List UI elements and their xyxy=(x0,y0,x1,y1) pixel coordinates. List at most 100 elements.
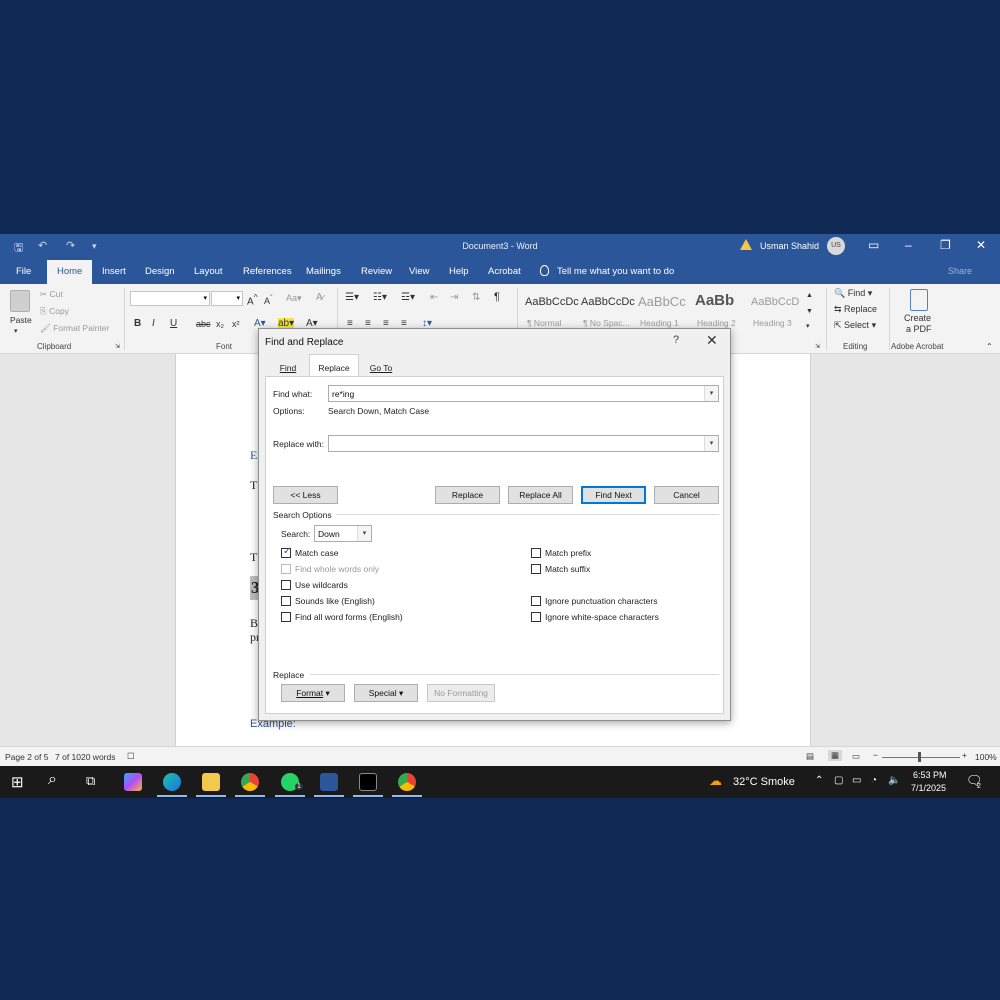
tab-layout[interactable]: Layout xyxy=(194,266,223,277)
decrease-indent-icon[interactable]: ⇤ xyxy=(430,292,438,303)
tab-help[interactable]: Help xyxy=(449,266,469,277)
chevron-down-icon[interactable]: ▾ xyxy=(704,386,718,401)
volume-icon[interactable]: 🔈 xyxy=(888,775,900,786)
warning-icon[interactable] xyxy=(740,239,752,250)
help-button[interactable]: ? xyxy=(673,334,679,346)
format-painter-button[interactable]: 🖌 Format Painter xyxy=(40,323,109,334)
numbering-icon[interactable]: ☷▾ xyxy=(373,292,387,303)
meet-icon[interactable]: ▢ xyxy=(834,775,843,786)
copy-button[interactable]: ⎘ Copy xyxy=(40,306,69,317)
styles-launcher-icon[interactable]: ⇲ xyxy=(815,343,820,350)
chevron-down-icon[interactable]: ▾ xyxy=(704,436,718,451)
tab-go-to[interactable]: Go To xyxy=(363,357,399,377)
replace-button[interactable]: Replace xyxy=(435,486,500,504)
replace-button[interactable]: ⇆ Replace xyxy=(834,304,877,315)
match-case-label[interactable]: Match case xyxy=(295,548,338,558)
select-button[interactable]: ⇱ Select ▾ xyxy=(834,320,876,331)
avatar[interactable]: US xyxy=(827,237,845,255)
replace-all-button[interactable]: Replace All xyxy=(508,486,573,504)
style-heading-3[interactable]: AaBbCcD Heading 3 xyxy=(749,290,805,332)
search-icon[interactable]: ⌕ xyxy=(48,771,57,789)
whole-words-checkbox[interactable] xyxy=(281,564,291,574)
italic-button[interactable]: I xyxy=(152,318,155,329)
show-hidden-icons-icon[interactable]: ⌃ xyxy=(815,775,823,786)
proofing-icon[interactable]: ☐ xyxy=(127,751,135,762)
tab-review[interactable]: Review xyxy=(361,266,392,277)
find-what-input[interactable]: re*ing ▾ xyxy=(328,385,719,402)
terminal-icon[interactable] xyxy=(359,773,377,791)
tab-insert[interactable]: Insert xyxy=(102,266,126,277)
match-prefix-label[interactable]: Match prefix xyxy=(545,548,591,558)
clear-formatting-icon[interactable]: A̷ xyxy=(316,292,323,303)
create-pdf-button[interactable]: Create xyxy=(904,313,931,323)
zoom-in-icon[interactable]: + xyxy=(962,750,967,760)
tab-design[interactable]: Design xyxy=(145,266,175,277)
collapse-ribbon-icon[interactable]: ⌃ xyxy=(986,342,993,351)
show-marks-icon[interactable]: ¶ xyxy=(494,291,500,303)
wildcards-label[interactable]: Use wildcards xyxy=(295,580,348,590)
change-case-icon[interactable]: Aa▾ xyxy=(286,293,302,304)
clipboard-launcher-icon[interactable]: ⇲ xyxy=(115,343,120,350)
paste-dropdown-icon[interactable]: ▾ xyxy=(14,327,18,335)
restore-icon[interactable]: ❐ xyxy=(940,238,951,252)
tab-mailings[interactable]: Mailings xyxy=(306,266,341,277)
styles-scroll-up-icon[interactable]: ▲ xyxy=(806,292,813,299)
multilevel-list-icon[interactable]: ☲▾ xyxy=(401,292,415,303)
copilot-icon[interactable] xyxy=(124,773,142,791)
whole-words-label[interactable]: Find whole words only xyxy=(295,564,379,574)
file-explorer-icon[interactable] xyxy=(202,773,220,791)
zoom-out-icon[interactable]: − xyxy=(873,750,878,760)
weather-icon[interactable]: ☁ xyxy=(709,773,722,789)
increase-indent-icon[interactable]: ⇥ xyxy=(450,292,458,303)
match-suffix-label[interactable]: Match suffix xyxy=(545,564,590,574)
chevron-down-icon[interactable]: ▾ xyxy=(357,526,371,541)
word-icon[interactable] xyxy=(320,773,338,791)
windows-start-icon[interactable]: ⊞ xyxy=(11,773,24,791)
paste-button[interactable]: Paste xyxy=(10,315,32,325)
ignore-whitespace-label[interactable]: Ignore white-space characters xyxy=(545,612,659,622)
style-normal[interactable]: AaBbCcDc ¶ Normal xyxy=(523,290,579,332)
cancel-button[interactable]: Cancel xyxy=(654,486,719,504)
bold-button[interactable]: B xyxy=(134,318,141,329)
zoom-slider-thumb[interactable] xyxy=(918,752,921,762)
bullets-icon[interactable]: ☰▾ xyxy=(345,292,359,303)
clock-date[interactable]: 7/1/2025 xyxy=(911,783,946,793)
tab-view[interactable]: View xyxy=(409,266,429,277)
no-formatting-button[interactable]: No Formatting xyxy=(427,684,495,702)
tab-references[interactable]: References xyxy=(243,266,292,277)
word-count[interactable]: 7 of 1020 words xyxy=(55,752,115,762)
print-layout-icon[interactable]: ▦ xyxy=(828,750,843,761)
read-mode-icon[interactable]: ▤ xyxy=(806,751,814,762)
strikethrough-button[interactable]: abc xyxy=(196,319,211,329)
sort-icon[interactable]: ⇅ xyxy=(472,292,480,303)
match-suffix-checkbox[interactable] xyxy=(531,564,541,574)
tab-replace[interactable]: Replace xyxy=(310,357,358,377)
grow-font-icon[interactable]: A^ xyxy=(247,292,258,307)
less-button[interactable]: << Less xyxy=(273,486,338,504)
ignore-whitespace-checkbox[interactable] xyxy=(531,612,541,622)
web-layout-icon[interactable]: ▭ xyxy=(852,751,860,762)
style-heading-1[interactable]: AaBbCc Heading 1 xyxy=(636,290,692,332)
page-indicator[interactable]: Page 2 of 5 xyxy=(5,752,48,762)
sounds-like-checkbox[interactable] xyxy=(281,596,291,606)
styles-scroll-down-icon[interactable]: ▼ xyxy=(806,308,813,315)
task-view-icon[interactable]: ⧉ xyxy=(86,773,95,789)
subscript-button[interactable]: x₂ xyxy=(216,319,224,329)
format-button[interactable]: Format ▾ xyxy=(281,684,345,702)
battery-icon[interactable]: ▭ xyxy=(852,775,861,786)
sounds-like-label[interactable]: Sounds like (English) xyxy=(295,596,375,606)
cut-button[interactable]: ✂ Cut xyxy=(40,289,63,300)
match-prefix-checkbox[interactable] xyxy=(531,548,541,558)
style-heading-2[interactable]: AaBb Heading 2 xyxy=(693,290,749,332)
zoom-level[interactable]: 100% xyxy=(975,752,997,762)
clock-time[interactable]: 6:53 PM xyxy=(913,770,947,780)
search-direction-select[interactable]: Down ▾ xyxy=(314,525,372,542)
underline-button[interactable]: U xyxy=(170,318,177,329)
zoom-slider[interactable] xyxy=(882,757,960,758)
tab-acrobat[interactable]: Acrobat xyxy=(488,266,521,277)
tab-home[interactable]: Home xyxy=(57,266,82,277)
tab-file[interactable]: File xyxy=(16,266,31,277)
chrome-icon[interactable] xyxy=(241,773,259,791)
styles-more-icon[interactable]: ▾ xyxy=(806,322,810,330)
find-button[interactable]: 🔍 Find ▾ xyxy=(834,288,872,299)
